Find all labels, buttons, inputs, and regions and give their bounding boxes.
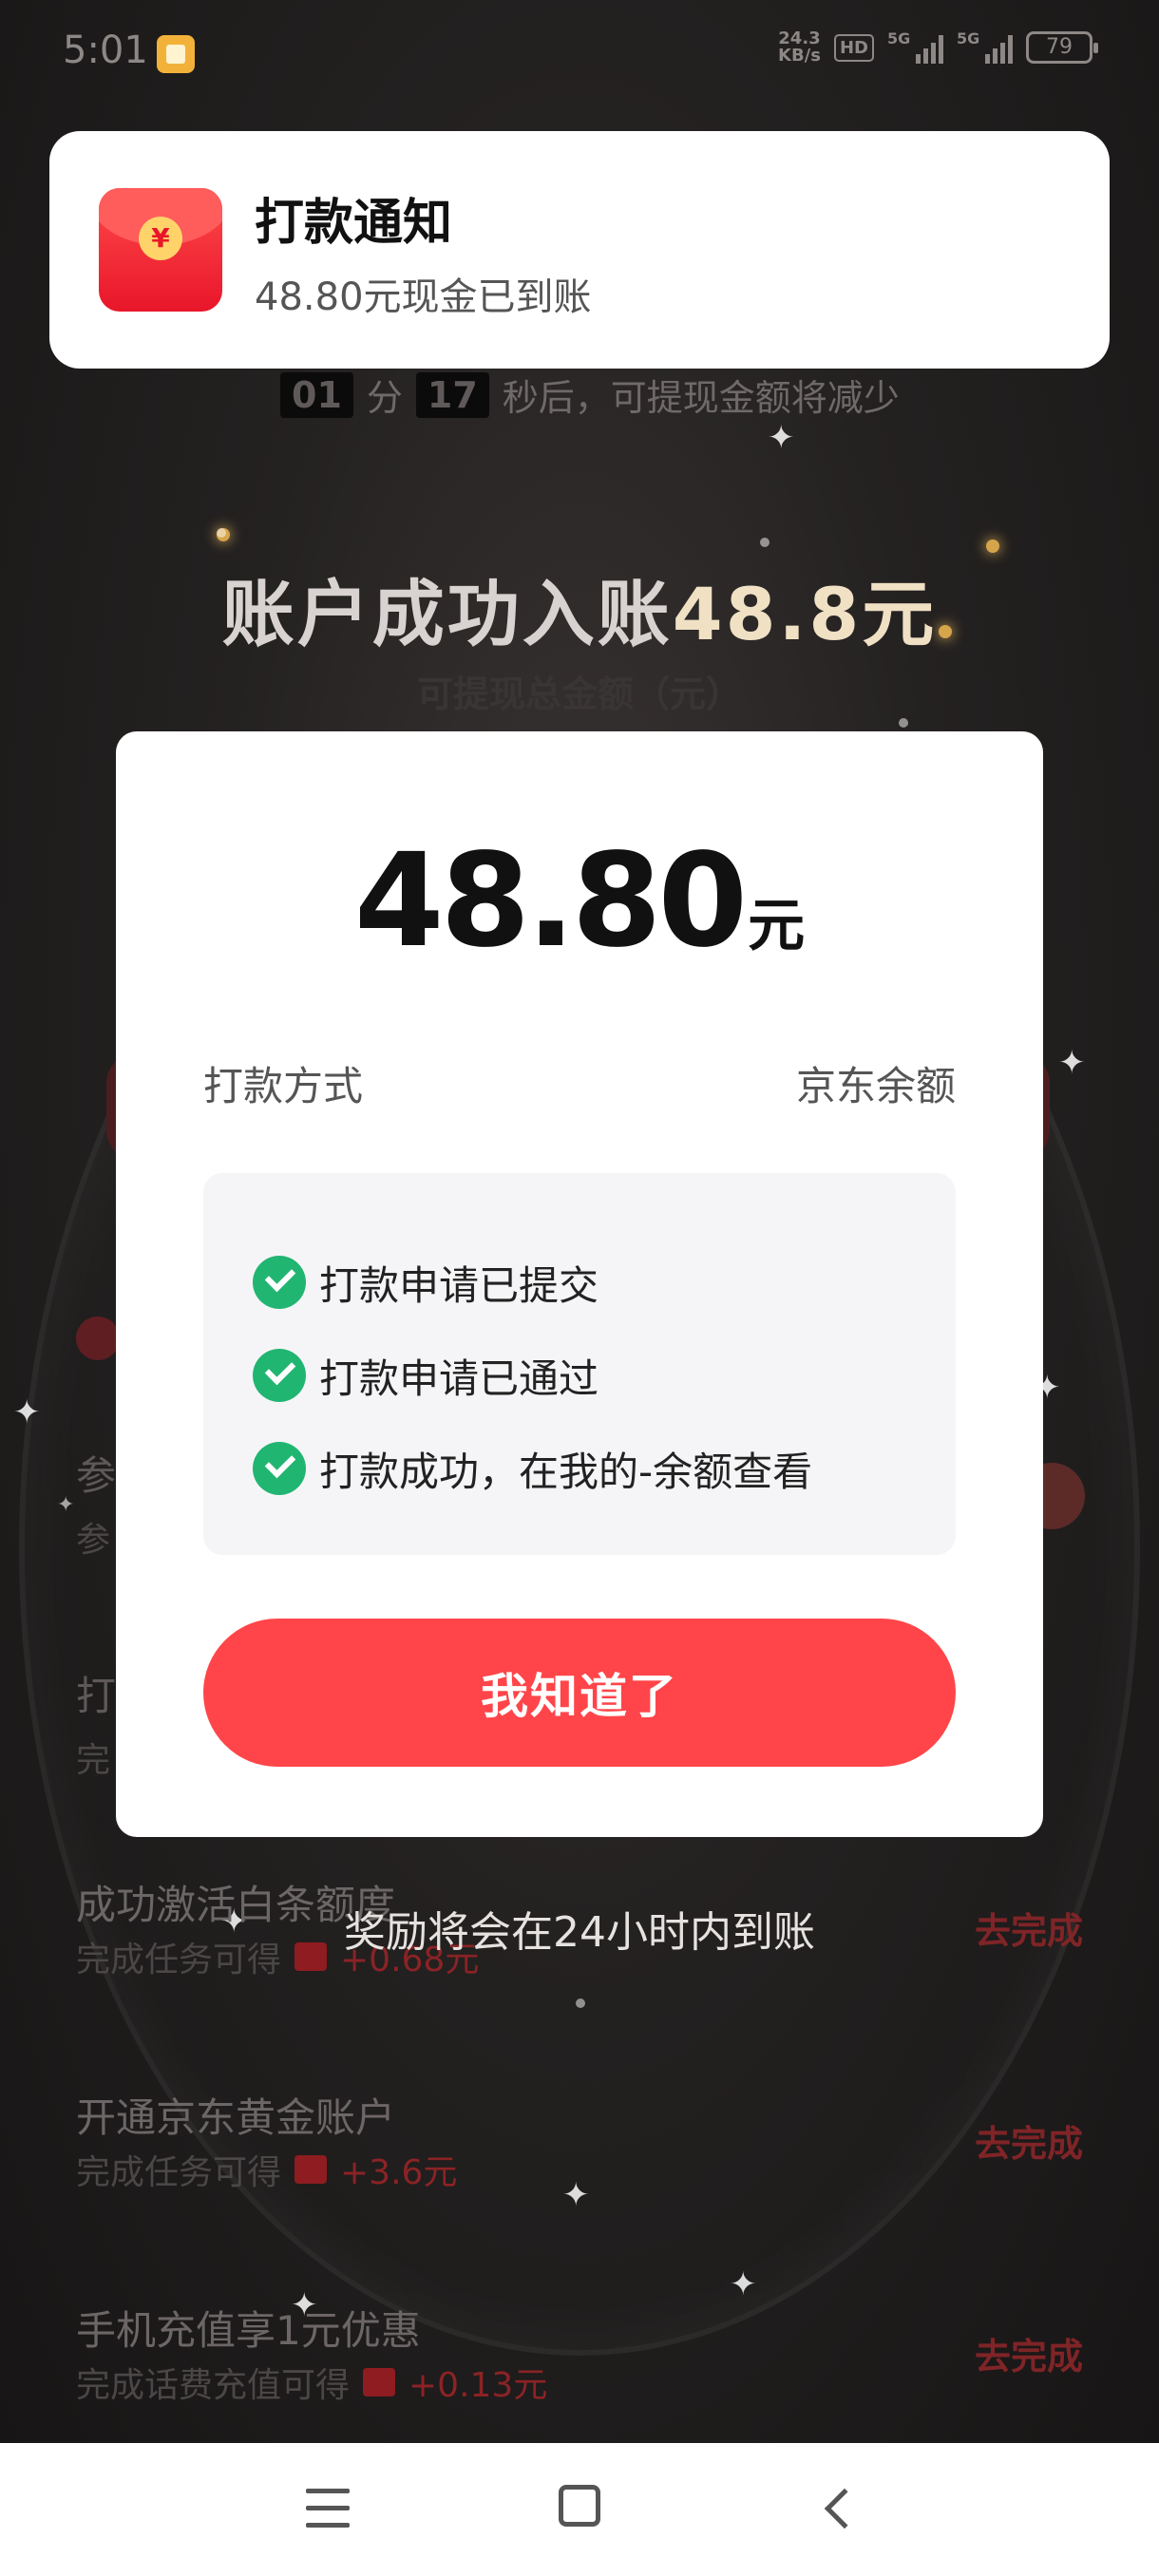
red-envelope-icon: ¥ <box>99 188 222 312</box>
sparkle-icon: ✦ <box>13 1393 41 1431</box>
status-time: 5:01 <box>63 28 148 72</box>
network-speed: 24.3 KB/s <box>778 30 821 65</box>
payout-progress-steps: 打款申请已提交 打款申请已通过 打款成功，在我的-余额查看 <box>203 1173 956 1555</box>
go-complete-button[interactable]: 去完成 <box>975 2327 1083 2379</box>
success-prefix: 账户成功入账 <box>221 572 673 656</box>
task-title: 手机充值享1元优惠 <box>76 2307 421 2354</box>
task-row[interactable]: 开通京东黄金账户 完成任务可得 +3.6元 去完成 <box>76 2086 1083 2228</box>
sparkle-icon: ✦ <box>1058 1044 1086 1082</box>
go-complete-button[interactable]: 去完成 <box>975 2114 1083 2167</box>
home-icon[interactable] <box>559 2485 600 2527</box>
status-bar: 5:01 24.3 KB/s HD 5G 5G 79 <box>0 0 1159 104</box>
sparkle-icon <box>217 528 226 538</box>
notification-body: 48.80元现金已到账 <box>255 275 592 319</box>
task-sub: 完成话费充值可得 +0.13元 <box>76 2358 547 2407</box>
notification-title: 打款通知 <box>255 195 453 252</box>
red-packet-icon <box>363 2368 396 2396</box>
countdown-minutes-unit: 分 <box>366 377 403 419</box>
hd-icon: HD <box>833 33 874 62</box>
sparkle-icon: ✦ <box>768 419 795 457</box>
account-credited-title: 账户成功入账48.8元 <box>0 556 1159 660</box>
payout-amount-value: 48.80 <box>353 826 748 976</box>
progress-step: 打款申请已提交 <box>203 1236 956 1329</box>
payment-method-row: 打款方式 京东余额 <box>203 1054 956 1112</box>
network-speed-unit: KB/s <box>778 46 821 66</box>
status-indicators: 24.3 KB/s HD 5G 5G 79 <box>778 29 1098 65</box>
got-it-button[interactable]: 我知道了 <box>203 1619 956 1767</box>
progress-step-label: 打款申请已通过 <box>319 1354 599 1402</box>
system-nav-bar <box>0 2443 1159 2576</box>
task-title-fragment: 参 <box>76 1452 117 1499</box>
sparkle-icon: ✦ <box>57 1493 75 1517</box>
progress-step: 打款申请已通过 <box>203 1329 956 1422</box>
task-sub-text: 完成任务可得 <box>76 2153 282 2192</box>
signal-icon: 5G <box>957 29 1013 64</box>
progress-step-label: 打款申请已提交 <box>319 1261 599 1309</box>
payment-method-value: 京东余额 <box>795 1063 956 1109</box>
check-circle-icon <box>253 1442 306 1495</box>
payment-notification[interactable]: ¥ 打款通知 48.80元现金已到账 <box>49 131 1110 369</box>
task-title: 开通京东黄金账户 <box>76 2094 396 2141</box>
countdown-timer: 01 分 17 秒后，可提现金额将减少 <box>280 369 900 421</box>
task-row[interactable]: 手机充值享1元优惠 完成话费充值可得 +0.13元 去完成 <box>76 2299 1083 2441</box>
payout-amount: 48.80元 <box>116 826 1043 976</box>
task-reward: +3.6元 <box>340 2153 458 2192</box>
app-notification-icon <box>157 35 195 73</box>
red-packet-icon <box>76 1316 120 1360</box>
sparkle-icon <box>899 718 908 728</box>
network-type: 5G <box>957 29 980 47</box>
check-circle-icon <box>253 1256 306 1309</box>
signal-icon: 5G <box>887 29 943 64</box>
sparkle-icon <box>760 538 770 547</box>
payment-success-dialog: 48.80元 打款方式 京东余额 打款申请已提交 打款申请已通过 打款成功，在我… <box>116 731 1043 1837</box>
network-type: 5G <box>887 29 911 47</box>
reward-arrival-note: 奖励将会在24小时内到账 <box>344 1908 815 1957</box>
countdown-seconds: 17 <box>415 371 489 418</box>
sparkle-icon <box>986 540 999 553</box>
task-sub-text: 完成话费充值可得 <box>76 2366 351 2405</box>
yuan-coin-icon: ¥ <box>139 217 182 260</box>
progress-step: 打款成功，在我的-余额查看 <box>203 1422 956 1515</box>
payout-amount-unit: 元 <box>748 893 806 959</box>
success-amount: 48.8元 <box>672 572 938 656</box>
sparkle-icon: ✦ <box>730 2265 757 2303</box>
red-packet-icon <box>294 2155 328 2184</box>
progress-step-label: 打款成功，在我的-余额查看 <box>319 1448 813 1495</box>
menu-icon[interactable] <box>306 2489 350 2529</box>
back-icon[interactable] <box>824 2488 865 2529</box>
battery-icon: 79 <box>1026 31 1098 64</box>
check-circle-icon <box>253 1349 306 1402</box>
withdrawable-total-label: 可提现总金额（元） <box>416 673 742 715</box>
task-reward: +0.13元 <box>408 2366 548 2405</box>
task-sub-fragment: 完 <box>76 1741 111 1780</box>
countdown-suffix: 秒后，可提现金额将减少 <box>502 377 900 419</box>
task-sub-fragment: 参 <box>76 1521 111 1560</box>
payment-method-label: 打款方式 <box>203 1063 364 1109</box>
task-title-fragment: 打 <box>76 1673 117 1719</box>
countdown-minutes: 01 <box>280 371 353 418</box>
task-sub: 完成任务可得 +3.6元 <box>76 2145 457 2194</box>
